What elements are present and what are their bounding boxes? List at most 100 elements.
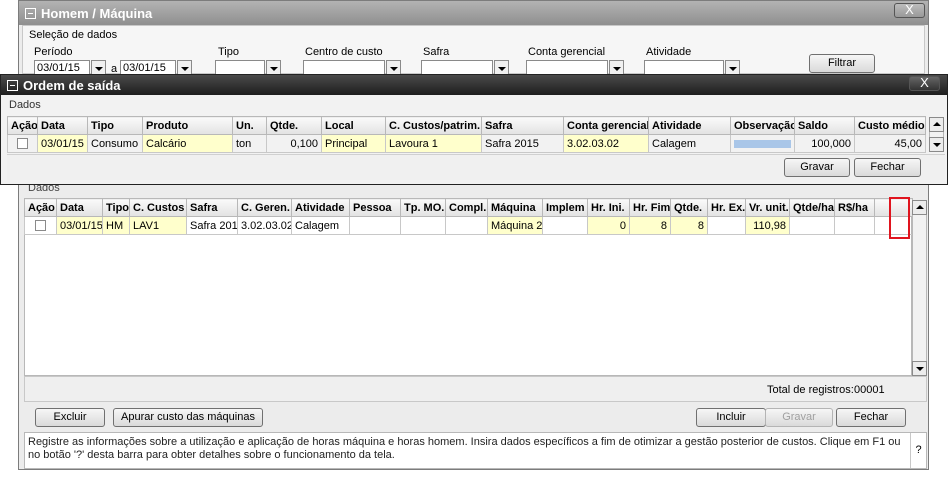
column-header[interactable]: Un. bbox=[232, 116, 267, 135]
highlight-box bbox=[889, 197, 910, 239]
column-header[interactable]: Local bbox=[321, 116, 386, 135]
column-header[interactable]: Data bbox=[56, 198, 103, 217]
table-cell[interactable]: 8 bbox=[670, 216, 708, 235]
checkbox-icon[interactable] bbox=[17, 138, 28, 150]
column-header[interactable]: Máquina bbox=[487, 198, 543, 217]
table-cell[interactable] bbox=[445, 216, 488, 235]
centro-label: Centro de custo bbox=[305, 46, 383, 58]
column-header[interactable]: Tp. MO. bbox=[400, 198, 446, 217]
column-header[interactable]: Produto bbox=[142, 116, 233, 135]
column-header[interactable]: Data bbox=[37, 116, 88, 135]
gravar-button[interactable]: Gravar bbox=[765, 408, 833, 427]
column-header[interactable]: C. Custos/patrim. bbox=[385, 116, 482, 135]
table-cell[interactable]: HM bbox=[102, 216, 130, 235]
main-vscroll[interactable] bbox=[912, 200, 927, 376]
table-cell[interactable]: 0 bbox=[587, 216, 630, 235]
table-row[interactable]: 03/01/15 Consumo Calcário ton 0,100 Principal… bbox=[7, 134, 926, 153]
fechar-button[interactable]: Fechar bbox=[836, 408, 906, 427]
column-header[interactable]: Atividade bbox=[648, 116, 731, 135]
column-header[interactable]: Qtde. bbox=[670, 198, 708, 217]
table-cell[interactable] bbox=[730, 134, 795, 153]
excluir-button[interactable]: Excluir bbox=[35, 408, 105, 427]
ordem-dados-label: Dados bbox=[9, 99, 41, 111]
scroll-down-arrow-icon[interactable] bbox=[929, 137, 944, 152]
column-header[interactable]: Ação bbox=[7, 116, 38, 135]
table-cell[interactable] bbox=[542, 216, 588, 235]
row-action-cell bbox=[7, 134, 38, 153]
column-header[interactable]: Atividade bbox=[291, 198, 350, 217]
ordem-fechar-button[interactable]: Fechar bbox=[854, 158, 921, 177]
table-cell[interactable]: Safra 2015 bbox=[186, 216, 238, 235]
column-header[interactable]: C. Custos bbox=[129, 198, 187, 217]
column-header[interactable]: Hr. Ini. bbox=[587, 198, 630, 217]
column-header[interactable]: Compl. bbox=[445, 198, 488, 217]
column-header[interactable]: Safra bbox=[186, 198, 238, 217]
column-header[interactable]: Observação bbox=[730, 116, 795, 135]
column-header[interactable]: Saldo bbox=[794, 116, 855, 135]
observacao-bar[interactable] bbox=[734, 139, 791, 148]
table-cell[interactable]: 8 bbox=[629, 216, 671, 235]
table-cell[interactable]: 03/01/15 bbox=[56, 216, 103, 235]
table-cell[interactable]: ton bbox=[232, 134, 267, 153]
column-header[interactable]: Tipo bbox=[87, 116, 143, 135]
column-header[interactable]: R$/ha bbox=[834, 198, 875, 217]
column-header[interactable]: Vr. unit. bbox=[745, 198, 790, 217]
table-cell[interactable] bbox=[349, 216, 401, 235]
row-action-cell bbox=[24, 216, 57, 235]
column-header[interactable]: Tipo bbox=[102, 198, 130, 217]
table-cell[interactable]: Máquina 22 bbox=[487, 216, 543, 235]
main-window-titlebar: Homem / Máquina bbox=[19, 1, 928, 25]
table-cell[interactable] bbox=[834, 216, 875, 235]
column-header[interactable]: Hr. Ex. bbox=[707, 198, 746, 217]
column-header[interactable]: Safra bbox=[481, 116, 564, 135]
scroll-up-arrow-icon[interactable] bbox=[929, 117, 944, 132]
atividade-label: Atividade bbox=[646, 46, 692, 58]
table-cell[interactable]: 100,000 bbox=[794, 134, 855, 153]
conta-label: Conta gerencial bbox=[528, 46, 606, 58]
ordem-gravar-button[interactable]: Gravar bbox=[784, 158, 850, 177]
table-cell[interactable]: LAV1 bbox=[129, 216, 187, 235]
table-cell[interactable]: 3.02.03.02 bbox=[237, 216, 292, 235]
apurar-button[interactable]: Apurar custo das máquinas bbox=[113, 408, 263, 427]
column-header[interactable]: Qtde. bbox=[266, 116, 322, 135]
selection-section-label: Seleção de dados bbox=[29, 29, 118, 41]
table-cell[interactable]: 110,98 bbox=[745, 216, 790, 235]
main-close-button[interactable]: X bbox=[894, 3, 925, 18]
table-cell[interactable]: 03/01/15 bbox=[37, 134, 88, 153]
scroll-up-arrow-icon[interactable] bbox=[912, 200, 927, 215]
window-menu-icon[interactable] bbox=[25, 7, 36, 19]
column-header[interactable]: Ação bbox=[24, 198, 57, 217]
table-cell[interactable] bbox=[707, 216, 746, 235]
table-cell[interactable]: Consumo bbox=[87, 134, 143, 153]
table-cell[interactable]: Calagem bbox=[648, 134, 731, 153]
total-bar: Total de registros: 00001 bbox=[24, 376, 927, 402]
table-cell[interactable] bbox=[789, 216, 835, 235]
main-grid: Ação Data Tipo C. Custos Safra C. Geren. Ativi… bbox=[24, 198, 913, 235]
column-header[interactable]: Implem bbox=[542, 198, 588, 217]
scroll-down-arrow-icon[interactable] bbox=[912, 361, 927, 376]
ordem-vscroll[interactable] bbox=[929, 117, 944, 152]
table-cell[interactable]: 3.02.03.02 bbox=[563, 134, 649, 153]
table-cell[interactable]: Safra 2015 bbox=[481, 134, 564, 153]
incluir-button[interactable]: Incluir bbox=[696, 408, 766, 427]
window-menu-icon[interactable] bbox=[7, 79, 18, 91]
ordem-close-button[interactable]: X bbox=[909, 76, 940, 91]
column-header[interactable]: C. Geren. bbox=[237, 198, 292, 217]
column-header[interactable]: Conta gerencial bbox=[563, 116, 649, 135]
column-header[interactable]: Qtde/ha bbox=[789, 198, 835, 217]
table-cell[interactable]: Lavoura 1 bbox=[385, 134, 482, 153]
table-cell[interactable]: Calagem bbox=[291, 216, 350, 235]
table-cell[interactable] bbox=[400, 216, 446, 235]
table-cell[interactable]: Calcário bbox=[142, 134, 233, 153]
column-header[interactable]: Hr. Fim bbox=[629, 198, 671, 217]
table-cell[interactable]: Principal bbox=[321, 134, 386, 153]
help-text: Registre as informações sobre a utilizaç… bbox=[28, 436, 901, 461]
checkbox-icon[interactable] bbox=[35, 220, 46, 232]
table-cell[interactable]: 0,100 bbox=[266, 134, 322, 153]
filtrar-button[interactable]: Filtrar bbox=[809, 54, 875, 73]
column-header[interactable]: Custo médio bbox=[854, 116, 926, 135]
help-button[interactable]: ? bbox=[910, 433, 926, 468]
table-row[interactable]: 03/01/15HMLAV1Safra 20153.02.03.02Calage… bbox=[24, 216, 913, 235]
table-cell[interactable]: 45,00 bbox=[854, 134, 926, 153]
column-header[interactable]: Pessoa bbox=[349, 198, 401, 217]
